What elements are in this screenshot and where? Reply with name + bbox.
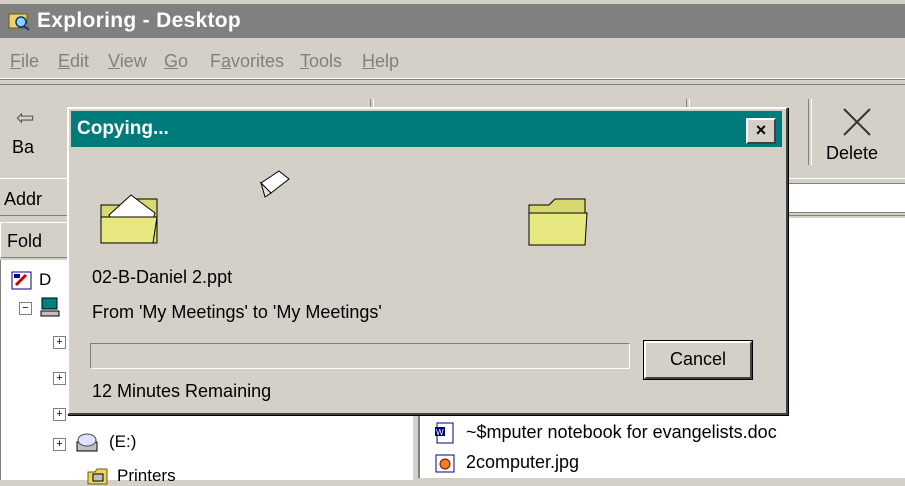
close-button[interactable]: ×	[746, 118, 776, 144]
tree-item-label: D	[39, 270, 52, 289]
word-doc-icon: W	[435, 422, 454, 444]
delete-button-label: Delete	[826, 143, 879, 163]
delete-x-icon	[843, 108, 871, 136]
window-titlebar[interactable]: Exploring - Desktop	[0, 4, 905, 38]
menu-edit[interactable]: Edit	[58, 51, 89, 72]
folders-header-label: Fold	[7, 231, 43, 251]
tree-item-label: Printers	[117, 466, 176, 485]
flying-document-icon	[259, 170, 290, 198]
back-button-label: Ba	[12, 137, 35, 157]
expand-toggle[interactable]: +	[53, 372, 66, 385]
expand-toggle[interactable]: +	[53, 408, 66, 421]
cd-drive-icon	[76, 433, 98, 452]
expand-toggle[interactable]: +	[53, 336, 66, 349]
time-remaining: 12 Minutes Remaining	[92, 381, 272, 401]
expand-toggle[interactable]: +	[53, 438, 66, 451]
cancel-button[interactable]: Cancel	[643, 340, 753, 380]
dialog-title: Copying...	[77, 118, 169, 139]
menu-go[interactable]: Go	[164, 51, 188, 72]
copy-progress-bar	[90, 343, 630, 369]
printers-icon	[87, 468, 108, 485]
source-folder-icon	[100, 194, 158, 244]
delete-button[interactable]: Delete	[820, 105, 900, 167]
menu-view[interactable]: View	[108, 51, 147, 72]
explorer-icon	[8, 13, 30, 31]
window-title: Exploring - Desktop	[37, 9, 242, 32]
file-name: ~$mputer notebook for evangelists.doc	[466, 422, 777, 442]
menu-tools[interactable]: Tools	[300, 51, 342, 72]
destination-folder-icon	[528, 198, 588, 246]
back-button[interactable]: ⇦ Ba	[4, 105, 44, 165]
my-computer-icon	[40, 297, 60, 317]
dialog-titlebar[interactable]: Copying... ×	[71, 111, 782, 147]
tree-item-label: (E:)	[109, 432, 137, 451]
copy-source-destination: From 'My Meetings' to 'My Meetings'	[92, 302, 382, 322]
back-arrow-icon: ⇦	[16, 105, 35, 130]
image-file-icon	[435, 454, 455, 473]
toolbar-separator	[808, 99, 812, 165]
menu-bar: File Edit View Go Favorites Tools Help	[0, 46, 905, 79]
desktop-icon	[11, 271, 32, 290]
expand-toggle[interactable]: −	[19, 302, 32, 315]
copying-file-name: 02-B-Daniel 2.ppt	[92, 267, 233, 287]
explorer-window: Exploring - Desktop File Edit View Go Fa…	[0, 0, 905, 485]
menu-help[interactable]: Help	[362, 51, 399, 72]
address-input[interactable]	[780, 183, 905, 213]
svg-text:W: W	[436, 428, 444, 437]
menu-favorites[interactable]: Favorites	[210, 51, 284, 72]
address-label: Addr	[4, 189, 43, 209]
file-name: 2computer.jpg	[466, 452, 580, 472]
menu-file[interactable]: File	[10, 51, 39, 72]
copying-dialog: Copying... × 02-B-Daniel 2.ppt From 'My …	[67, 107, 788, 415]
